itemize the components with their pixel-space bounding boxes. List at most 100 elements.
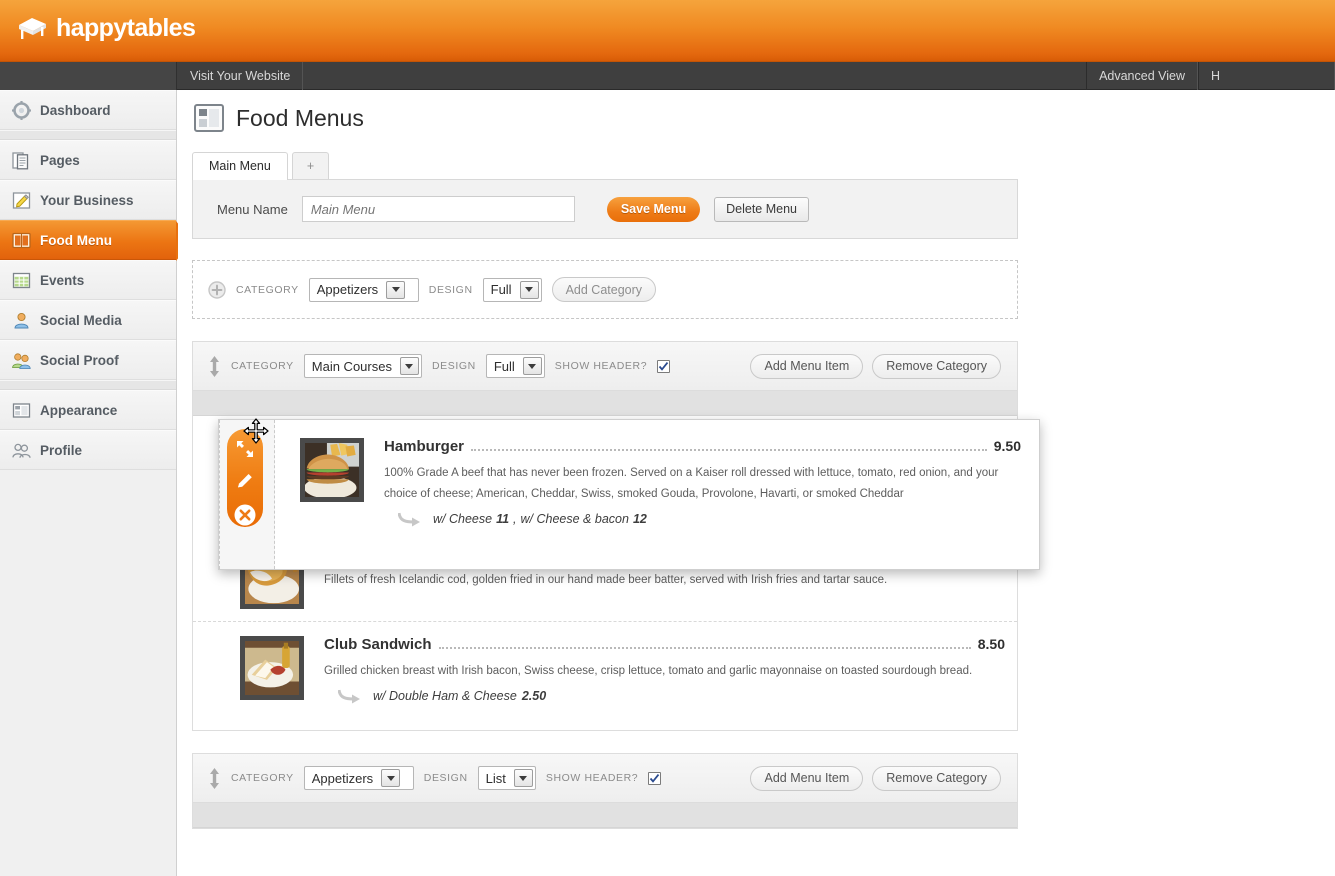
remove-category-button[interactable]: Remove Category [872,765,1001,791]
menu-item-option-price: 12 [632,512,647,526]
chevron-down-icon [381,769,401,787]
price-leader-dots [471,449,987,451]
menu-item-price: 9.50 [993,438,1021,454]
category-select[interactable]: Appetizers [303,766,414,790]
pencil-note-icon [12,191,31,209]
gear-icon [12,100,31,120]
show-header-checkbox[interactable] [648,771,662,785]
chevron-down-icon [522,357,542,375]
plus-circle-icon[interactable] [208,280,226,299]
sidebar-item-label: Pages [40,152,80,168]
nav-help[interactable]: H [1198,62,1335,90]
add-menu-item-button[interactable]: Add Menu Item [750,765,864,791]
item-dropzone [193,391,1017,416]
sidebar: Dashboard Pages Your Business Food Menu [0,90,192,876]
add-menu-item-button[interactable]: Add Menu Item [750,353,864,379]
page-title: Food Menus [236,104,364,131]
sidebar-item-food-menu[interactable]: Food Menu [0,220,192,261]
curved-arrow-icon [398,512,420,527]
nav-advanced-view[interactable]: Advanced View [1086,62,1198,90]
menu-item-option-price: 2.50 [521,689,547,703]
menu-item-row[interactable]: Club Sandwich 8.50 Grilled chicken breas… [193,622,1017,716]
add-category-row: CATEGORY Appetizers DESIGN Full Add Cate… [192,260,1018,319]
save-menu-button[interactable]: Save Menu [606,196,701,222]
chevron-down-icon [513,769,533,787]
menu-item-option-text: w/ Cheese & bacon [520,512,629,526]
tab-main-menu[interactable]: Main Menu [192,152,288,180]
menu-item-option-price: 11 [496,512,510,526]
chevron-down-icon [386,280,406,299]
nav-visit-your-website[interactable]: Visit Your Website [178,62,304,90]
show-header-label: SHOW HEADER? [554,360,648,372]
menu-name-input[interactable] [301,196,575,222]
chevron-down-icon [519,280,539,299]
design-label: DESIGN [423,772,468,784]
menu-item-name: Club Sandwich [324,636,432,653]
logo[interactable]: happytables [16,14,196,42]
users-icon [12,352,31,369]
brand-name: happytables [56,14,196,42]
show-header-checkbox[interactable] [657,359,671,373]
club-sandwich-photo [245,641,299,695]
category-header: CATEGORY Appetizers DESIGN List SHOW HEA… [193,754,1017,803]
category-header: CATEGORY Main Courses DESIGN Full SHOW H… [193,342,1017,391]
menu-item-title-row: Hamburger 9.50 [384,438,1021,455]
add-category-button[interactable]: Add Category [551,277,657,302]
top-brand-bar: happytables [0,0,1335,62]
user-icon [14,312,29,328]
add-design-select[interactable]: Full [482,277,542,302]
sidebar-item-social-media[interactable]: Social Media [0,300,176,340]
remove-category-button[interactable]: Remove Category [872,353,1001,379]
menu-item-body: Hamburger 9.50 100% Grade A beef that ha… [384,438,1021,569]
sidebar-item-social-proof[interactable]: Social Proof [0,340,176,380]
hamburger-photo [305,443,359,497]
menu-name-label: Menu Name [217,201,288,217]
reorder-updown-icon[interactable] [208,767,221,789]
add-category-select-value: Appetizers [316,282,379,297]
design-select[interactable]: Full [485,354,545,378]
dragged-item-content: Hamburger 9.50 100% Grade A beef that ha… [275,420,1039,569]
delete-x-icon[interactable] [233,503,257,527]
delete-menu-button[interactable]: Delete Menu [714,196,809,222]
table-logo-icon [19,18,46,39]
edit-pencil-icon[interactable] [236,471,255,490]
design-select-value: Full [493,358,515,374]
dragged-menu-item-card[interactable]: Hamburger 9.50 100% Grade A beef that ha… [218,418,1040,570]
category-actions: Add Menu Item Remove Category [750,765,1001,791]
move-cursor-icon [243,418,269,444]
drag-gutter [219,418,275,569]
menu-item-option-text: w/ Double Ham & Cheese [373,689,517,703]
sidebar-item-appearance[interactable]: Appearance [0,390,176,430]
calendar-icon [12,272,31,288]
design-select[interactable]: List [477,766,536,790]
category-label: CATEGORY [231,772,294,784]
curved-arrow-icon [338,689,360,704]
top-nav-bar: Visit Your Website Advanced View H [0,62,1335,90]
book-icon [12,232,31,248]
sidebar-item-pages[interactable]: Pages [0,140,176,180]
pages-icon [12,151,29,169]
menu-item-description: 100% Grade A beef that has never been fr… [384,467,999,500]
menu-tabs: Main Menu + [192,152,1335,180]
sidebar-divider [0,130,176,140]
menu-item-price: 8.50 [977,636,1005,652]
page-header: Food Menus [178,90,1335,132]
menu-name-panel: Menu Name Save Menu Delete Menu [192,179,1018,239]
menu-item-thumbnail [300,438,364,502]
sidebar-item-label: Food Menu [40,232,112,248]
sidebar-item-profile[interactable]: Profile [0,430,176,470]
sidebar-item-label: Social Media [40,312,122,328]
category-select[interactable]: Main Courses [303,354,422,378]
reorder-updown-icon[interactable] [208,355,221,377]
category-select-value: Appetizers [311,770,374,786]
menu-item-options: w/ Cheese 11 , w/ Cheese & bacon 12 [384,511,1021,527]
add-category-select[interactable]: Appetizers [308,277,419,302]
sidebar-item-events[interactable]: Events [0,260,176,300]
add-tab-button[interactable]: + [291,152,330,180]
sidebar-item-your-business[interactable]: Your Business [0,180,176,220]
sidebar-item-dashboard[interactable]: Dashboard [0,90,176,130]
sidebar-item-label: Your Business [40,192,134,208]
item-dropzone [193,803,1017,828]
add-design-select-value: Full [490,282,512,297]
menu-item-body: Club Sandwich 8.50 Grilled chicken breas… [324,636,1005,704]
